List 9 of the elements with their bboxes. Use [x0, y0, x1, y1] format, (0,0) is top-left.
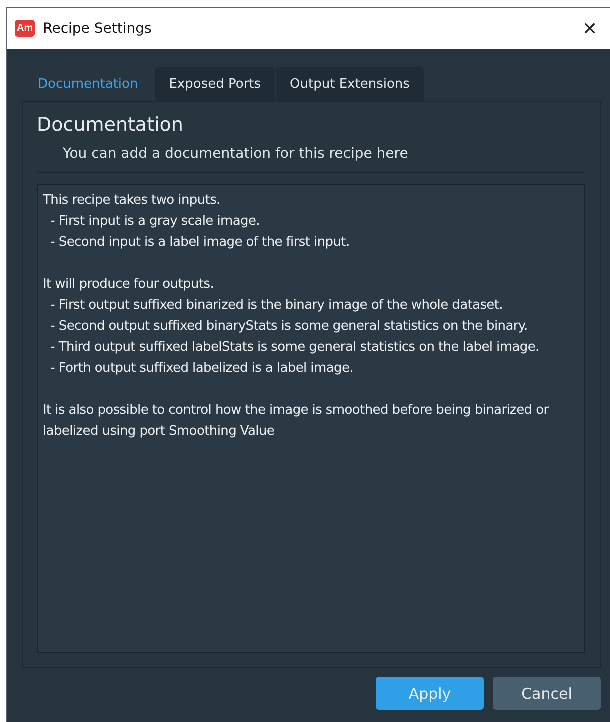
app-logo-icon: Am — [15, 20, 36, 37]
documentation-text-field[interactable]: This recipe takes two inputs. - First input is a gray scale image. - Second input is a label image of the first input. It will produce four outputs. - First output suffixed binarized is the binary image of the whole dataset. - Second output suffixed binaryStats is some general statistics on the binary. - Third output suffixed labelStats is some general statistics on the label image. - Forth output suffixed labelized is a label image. It is also possible to control how the image is smoothed before being binarized or labelized using port Smoothing Value — [37, 184, 585, 653]
window-title: Recipe Settings — [43, 20, 153, 36]
close-button[interactable]: ✕ — [570, 8, 610, 48]
tab[interactable]: Output Extensions — [276, 67, 424, 101]
cancel-button[interactable]: Cancel — [493, 677, 601, 710]
tab[interactable]: Exposed Ports — [155, 67, 276, 101]
section-heading: Documentation — [37, 114, 184, 136]
section-subtitle: You can add a documentation for this recipe here — [63, 146, 410, 162]
